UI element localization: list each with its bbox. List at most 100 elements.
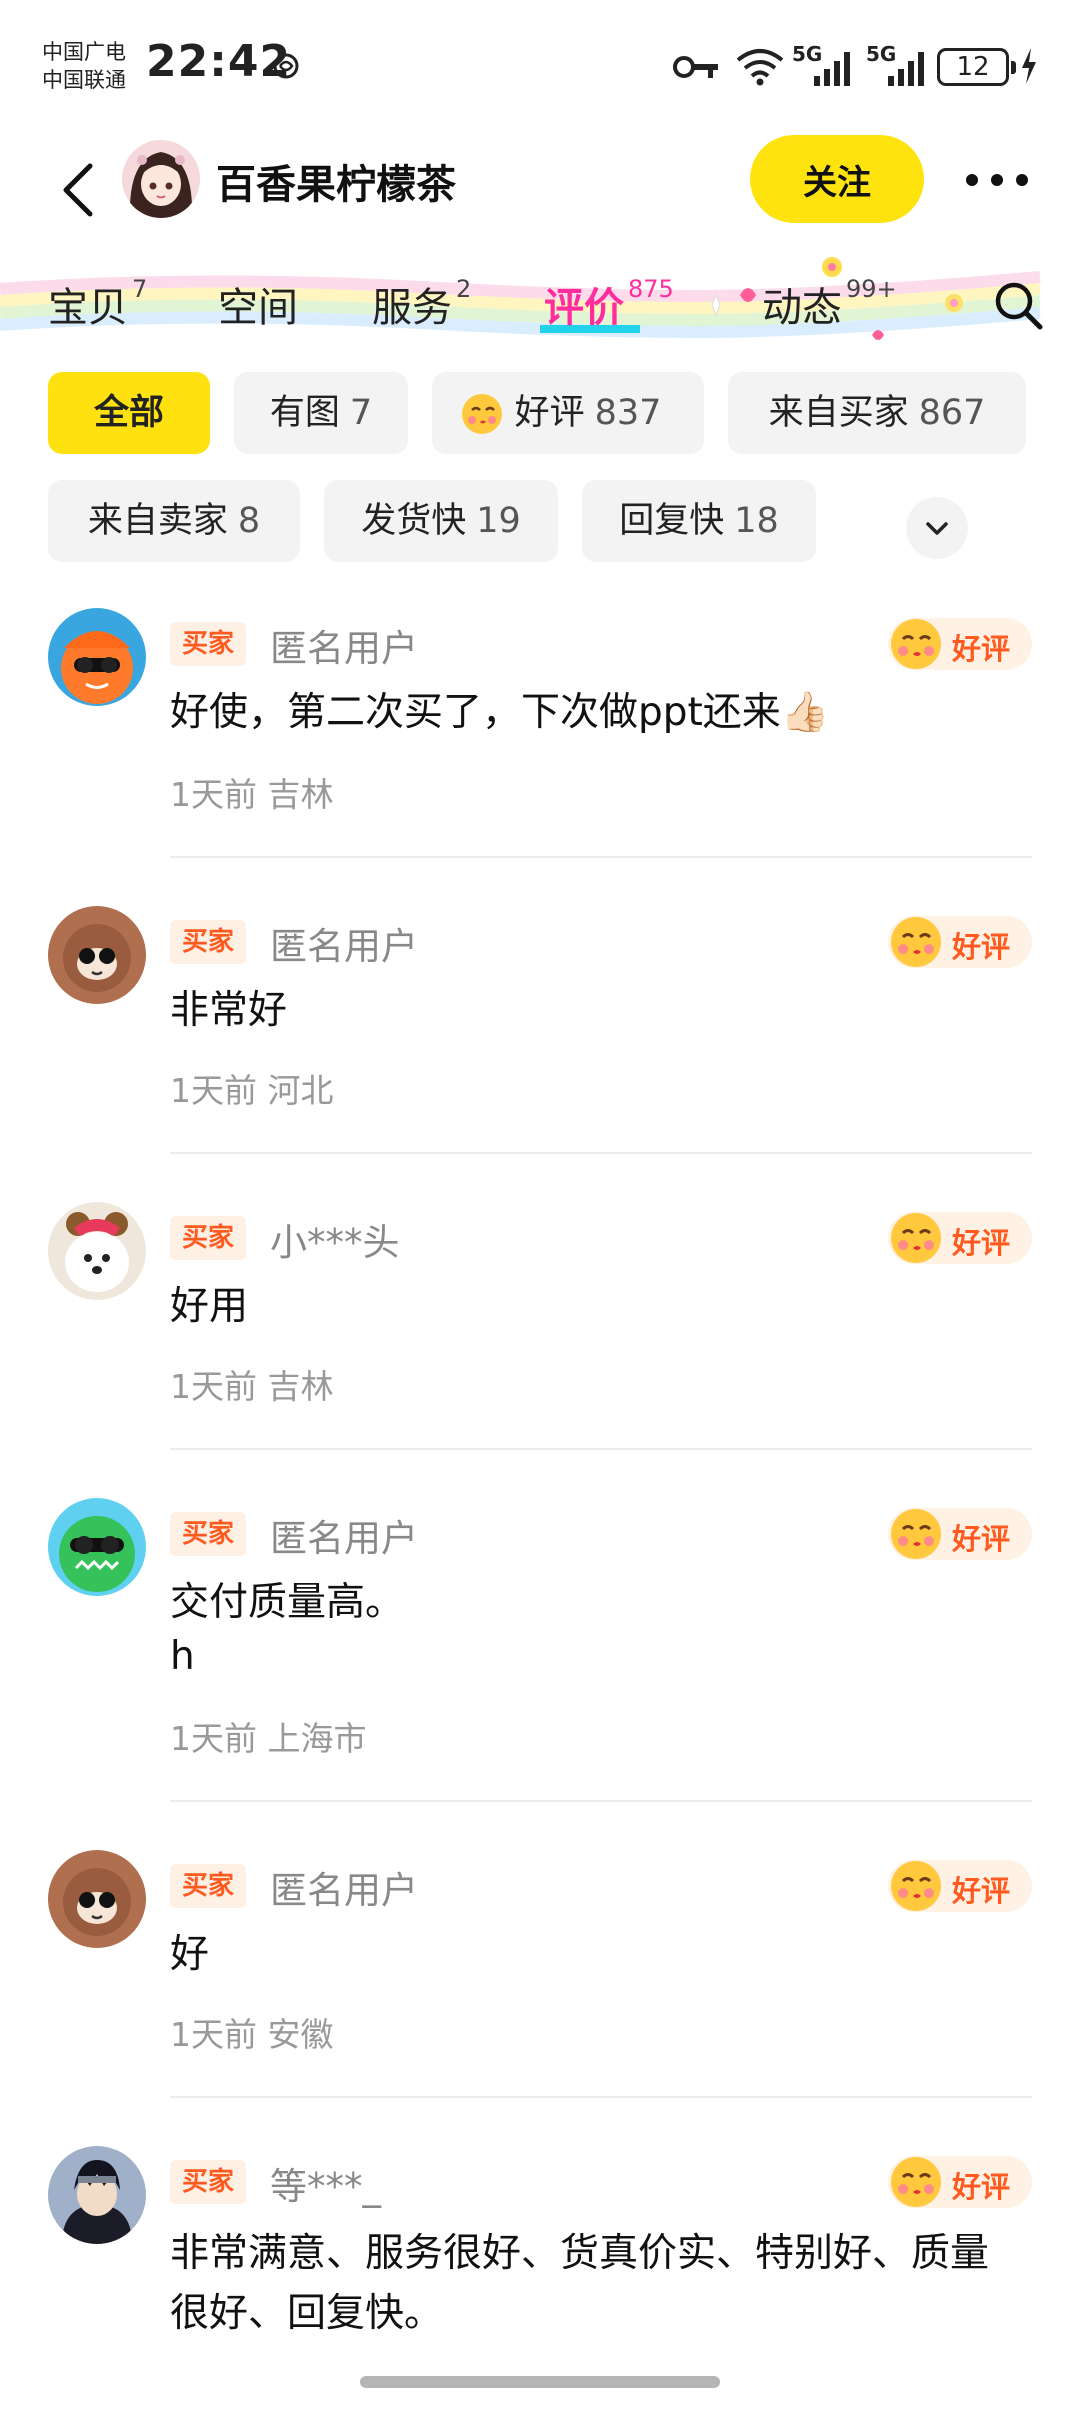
review-location: 吉林 (267, 775, 334, 814)
divider (170, 1448, 1032, 1450)
key-icon (673, 56, 718, 78)
clock: 22:42 (146, 36, 292, 87)
shop-avatar[interactable] (122, 140, 200, 218)
positive-badge-label: 好评 (952, 1226, 1011, 1260)
back-button[interactable] (52, 150, 112, 230)
filter-positive-count: 837 (594, 393, 662, 433)
review-time: 1天前 (170, 1071, 257, 1110)
avatar[interactable] (48, 906, 146, 1004)
filter-from-buyer[interactable]: 来自买家 867 (728, 372, 1026, 454)
positive-badge: 好评 (888, 1212, 1032, 1264)
review-meta: 1天前 吉林 (170, 768, 334, 816)
filter-fast-reply-label: 回复快 (619, 501, 725, 541)
review-item[interactable]: 买家 匿名用户 好评 好使，第二次买了，下次做ppt还来👍🏻 1天前 吉林 (0, 608, 1080, 858)
kiss-face-icon (891, 1509, 941, 1559)
carrier-1: 中国广电 (42, 40, 126, 64)
tab-bar: 宝贝 7 空间 服务 2 评价 875 动态 99+ (0, 255, 1080, 355)
search-icon[interactable] (990, 277, 1046, 333)
review-item[interactable]: 买家 等***_ 好评 非常满意、服务很好、货真价实、特别好、质量很好、回复快。 (0, 2146, 1080, 2356)
avatar[interactable] (48, 608, 146, 706)
carrier-2: 中国联通 (42, 68, 126, 92)
tab-space[interactable]: 空间 (218, 275, 298, 333)
signal-icon-2 (888, 52, 924, 86)
divider (170, 1800, 1032, 1802)
filter-fast-shipping[interactable]: 发货快 19 (324, 480, 558, 562)
tab-reviews-count: 875 (628, 274, 674, 303)
review-meta: 1天前 河北 (170, 1064, 334, 1112)
reviewer-name[interactable]: 匿名用户 (270, 1860, 418, 1914)
kiss-face-icon (891, 2157, 941, 2207)
follow-button[interactable]: 关注 (750, 135, 924, 223)
filter-from-buyer-label: 来自买家 (768, 393, 909, 433)
review-text: 好 (170, 1932, 210, 1977)
app-notification-icon (273, 53, 299, 79)
positive-badge: 好评 (888, 1860, 1032, 1912)
reviewer-name[interactable]: 匿名用户 (270, 1508, 418, 1562)
expand-filters-button[interactable] (906, 497, 968, 559)
filter-from-seller[interactable]: 来自卖家 8 (48, 480, 300, 562)
home-indicator[interactable] (360, 2376, 720, 2388)
kiss-face-icon (891, 1213, 941, 1263)
filter-from-seller-label: 来自卖家 (87, 501, 228, 541)
review-meta: 1天前 安徽 (170, 2008, 334, 2056)
tab-space-label: 空间 (218, 285, 298, 331)
kiss-face-icon (891, 1861, 941, 1911)
positive-badge-label: 好评 (952, 1522, 1011, 1556)
tab-products[interactable]: 宝贝 7 (48, 275, 147, 333)
kiss-face-icon (891, 619, 941, 669)
tab-reviews[interactable]: 评价 875 (544, 275, 674, 333)
review-text-line: 交付质量高。 (170, 1580, 405, 1625)
filter-from-seller-count: 8 (237, 501, 261, 541)
avatar[interactable] (48, 1202, 146, 1300)
review-text: 非常满意、服务很好、货真价实、特别好、质量很好、回复快。 (170, 2231, 990, 2336)
review-item[interactable]: 买家 匿名用户 好评 交付质量高。 h 1天前 上海市 (0, 1498, 1080, 1802)
reviewer-name[interactable]: 匿名用户 (270, 618, 418, 672)
filter-positive[interactable]: 好评 837 (432, 372, 704, 454)
filter-with-photo[interactable]: 有图 7 (234, 372, 408, 454)
review-location: 安徽 (267, 2015, 334, 2054)
positive-badge-label: 好评 (952, 2170, 1011, 2204)
reviewer-name[interactable]: 匿名用户 (270, 916, 418, 970)
filter-fast-shipping-label: 发货快 (361, 501, 467, 541)
review-text: 交付质量高。 h (170, 1576, 1030, 1684)
filter-fast-reply[interactable]: 回复快 18 (582, 480, 816, 562)
review-location: 吉林 (267, 1367, 334, 1406)
filter-with-photo-count: 7 (349, 393, 373, 433)
review-item[interactable]: 买家 小***头 好评 好用 1天前 吉林 (0, 1202, 1080, 1452)
filter-all-label: 全部 (93, 393, 164, 433)
review-meta: 1天前 吉林 (170, 1360, 334, 1408)
positive-badge: 好评 (888, 916, 1032, 968)
shop-name[interactable]: 百香果柠檬茶 (216, 152, 456, 210)
more-options-icon[interactable] (962, 160, 1032, 200)
review-time: 1天前 (170, 1719, 257, 1758)
buyer-tag: 买家 (170, 1864, 247, 1908)
review-location: 上海市 (267, 1719, 367, 1758)
filter-all[interactable]: 全部 (48, 372, 210, 454)
reviewer-name[interactable]: 小***头 (270, 1212, 400, 1266)
review-item[interactable]: 买家 匿名用户 好评 好 1天前 安徽 (0, 1850, 1080, 2100)
divider (170, 2096, 1032, 2098)
buyer-tag: 买家 (170, 1216, 247, 1260)
review-time: 1天前 (170, 1367, 257, 1406)
avatar[interactable] (48, 2146, 146, 2244)
reviewer-name[interactable]: 等***_ (270, 2156, 381, 2210)
review-location: 河北 (267, 1071, 334, 1110)
tab-feed-count: 99+ (846, 274, 897, 303)
tab-feed[interactable]: 动态 99+ (762, 275, 897, 333)
filter-positive-label: 好评 (514, 393, 585, 433)
review-text-line: h (170, 1634, 195, 1679)
buyer-tag: 买家 (170, 2160, 247, 2204)
avatar[interactable] (48, 1850, 146, 1948)
tab-services[interactable]: 服务 2 (372, 275, 471, 333)
kiss-face-icon (891, 917, 941, 967)
status-bar: 中国广电 中国联通 22:42 5G 5G 12 (0, 0, 1080, 130)
wifi-icon (736, 49, 784, 86)
positive-badge-label: 好评 (952, 632, 1011, 666)
avatar[interactable] (48, 1498, 146, 1596)
review-meta: 1天前 上海市 (170, 1712, 367, 1760)
review-item[interactable]: 买家 匿名用户 好评 非常好 1天前 河北 (0, 906, 1080, 1156)
tab-products-count: 7 (132, 274, 148, 303)
review-text: 好用 (170, 1284, 249, 1329)
signal-icon-1 (814, 52, 850, 86)
buyer-tag: 买家 (170, 920, 247, 964)
